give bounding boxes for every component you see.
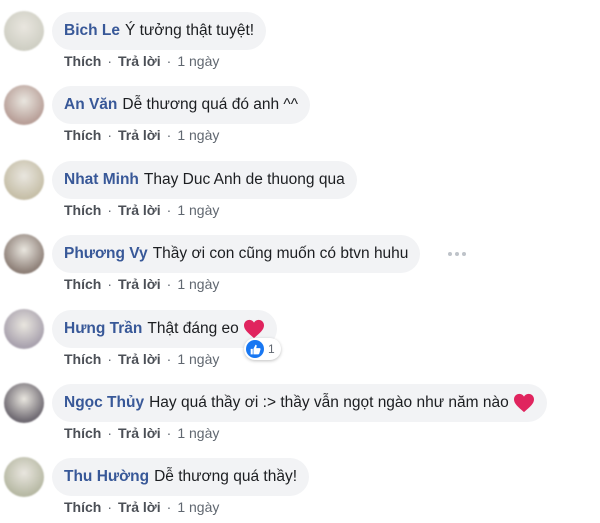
comment-author-link[interactable]: Nhat Minh: [64, 161, 139, 199]
comment-item: Hưng Trần Thật đáng eo 1 Thích · Trả lời · 1…: [0, 298, 600, 372]
comment-actions: Thích · Trả lời · 1 ngày: [64, 425, 219, 441]
avatar[interactable]: [4, 11, 44, 51]
comment-bubble: Thu Hường Dễ thương quá thầy!: [52, 458, 309, 496]
like-link[interactable]: Thích: [64, 351, 101, 367]
comment-actions: Thích · Trả lời · 1 ngày: [64, 276, 219, 292]
comment-item: Nhat Minh Thay Duc Anh de thuong qua Thí…: [0, 149, 600, 223]
separator-dot: ·: [107, 351, 113, 367]
separator-dot: ·: [166, 276, 172, 292]
like-link[interactable]: Thích: [64, 53, 101, 69]
reply-link[interactable]: Trả lời: [118, 425, 161, 441]
comment-timestamp[interactable]: 1 ngày: [177, 499, 219, 515]
reply-link[interactable]: Trả lời: [118, 202, 161, 218]
comment-actions: Thích · Trả lời · 1 ngày: [64, 351, 219, 367]
comment-actions: Thích · Trả lời · 1 ngày: [64, 499, 219, 515]
comment-item: Bich Le Ý tưởng thật tuyệt! Thích · Trả lờ…: [0, 0, 600, 74]
comment-bubble: Hưng Trần Thật đáng eo: [52, 310, 277, 348]
comment-text: Ý tưởng thật tuyệt!: [124, 22, 255, 39]
comment-bubble: Bich Le Ý tưởng thật tuyệt!: [52, 12, 267, 50]
comment-author-link[interactable]: An Văn: [64, 86, 117, 124]
comment-author-link[interactable]: Thu Hường: [64, 458, 149, 496]
heart-icon: [513, 393, 535, 413]
comment-list: Bich Le Ý tưởng thật tuyệt! Thích · Trả lờ…: [0, 0, 600, 523]
separator-dot: ·: [166, 53, 172, 69]
comment-timestamp[interactable]: 1 ngày: [177, 276, 219, 292]
reply-link[interactable]: Trả lời: [118, 53, 161, 69]
comment-actions: Thích · Trả lời · 1 ngày: [64, 202, 219, 218]
separator-dot: ·: [166, 202, 172, 218]
comment-actions: Thích · Trả lời · 1 ngày: [64, 127, 219, 143]
comment-author-link[interactable]: Bich Le: [64, 12, 120, 50]
separator-dot: ·: [107, 276, 113, 292]
separator-dot: ·: [166, 351, 172, 367]
separator-dot: ·: [166, 127, 172, 143]
comment-timestamp[interactable]: 1 ngày: [177, 202, 219, 218]
comment-item: An Văn Dễ thương quá đó anh ^^ Thích · Trả…: [0, 74, 600, 148]
like-icon: [246, 340, 264, 358]
like-link[interactable]: Thích: [64, 202, 101, 218]
comment-bubble: Phương Vy Thầy ơi con cũng muốn có btvn …: [52, 235, 421, 273]
comment-text: Dễ thương quá đó anh ^^: [122, 96, 298, 113]
comment-timestamp[interactable]: 1 ngày: [177, 425, 219, 441]
comment-text: Thật đáng eo: [147, 320, 239, 337]
comment-item: Phương Vy Thầy ơi con cũng muốn có btvn …: [0, 223, 600, 297]
comment-author-link[interactable]: Ngọc Thủy: [64, 384, 144, 422]
separator-dot: ·: [107, 202, 113, 218]
separator-dot: ·: [107, 499, 113, 515]
comment-author-link[interactable]: Phương Vy: [64, 235, 148, 273]
comment-timestamp[interactable]: 1 ngày: [177, 351, 219, 367]
comment-actions: Thích · Trả lời · 1 ngày: [64, 53, 219, 69]
comment-item: Thu Hường Dễ thương quá thầy! Thích · Trả …: [0, 446, 600, 520]
heart-icon: [243, 319, 265, 339]
comment-text: Dễ thương quá thầy!: [154, 468, 297, 485]
like-link[interactable]: Thích: [64, 499, 101, 515]
avatar[interactable]: [4, 383, 44, 423]
like-link[interactable]: Thích: [64, 127, 101, 143]
comment-timestamp[interactable]: 1 ngày: [177, 53, 219, 69]
separator-dot: ·: [107, 425, 113, 441]
avatar[interactable]: [4, 457, 44, 497]
comment-text: Thầy ơi con cũng muốn có btvn huhu: [152, 245, 409, 262]
comment-item: Ngọc Thủy Hay quá thầy ơi :> thầy vẫn ng…: [0, 372, 600, 446]
avatar[interactable]: [4, 160, 44, 200]
comment-timestamp[interactable]: 1 ngày: [177, 127, 219, 143]
ellipsis-icon[interactable]: [448, 245, 466, 263]
avatar[interactable]: [4, 234, 44, 274]
avatar[interactable]: [4, 309, 44, 349]
reaction-count: 1: [268, 342, 275, 356]
comment-bubble: Nhat Minh Thay Duc Anh de thuong qua: [52, 161, 357, 199]
separator-dot: ·: [107, 127, 113, 143]
avatar[interactable]: [4, 85, 44, 125]
comment-text: Thay Duc Anh de thuong qua: [143, 171, 345, 188]
comment-author-link[interactable]: Hưng Trần: [64, 310, 142, 348]
separator-dot: ·: [107, 53, 113, 69]
separator-dot: ·: [166, 425, 172, 441]
separator-dot: ·: [166, 499, 172, 515]
reply-link[interactable]: Trả lời: [118, 351, 161, 367]
reply-link[interactable]: Trả lời: [118, 499, 161, 515]
reaction-badge[interactable]: 1: [244, 338, 281, 360]
reply-link[interactable]: Trả lời: [118, 276, 161, 292]
reply-link[interactable]: Trả lời: [118, 127, 161, 143]
comment-bubble: An Văn Dễ thương quá đó anh ^^: [52, 86, 310, 124]
comment-text: Hay quá thầy ơi :> thầy vẫn ngọt ngào nh…: [149, 394, 509, 411]
like-link[interactable]: Thích: [64, 425, 101, 441]
like-link[interactable]: Thích: [64, 276, 101, 292]
comment-bubble: Ngọc Thủy Hay quá thầy ơi :> thầy vẫn ng…: [52, 384, 547, 422]
